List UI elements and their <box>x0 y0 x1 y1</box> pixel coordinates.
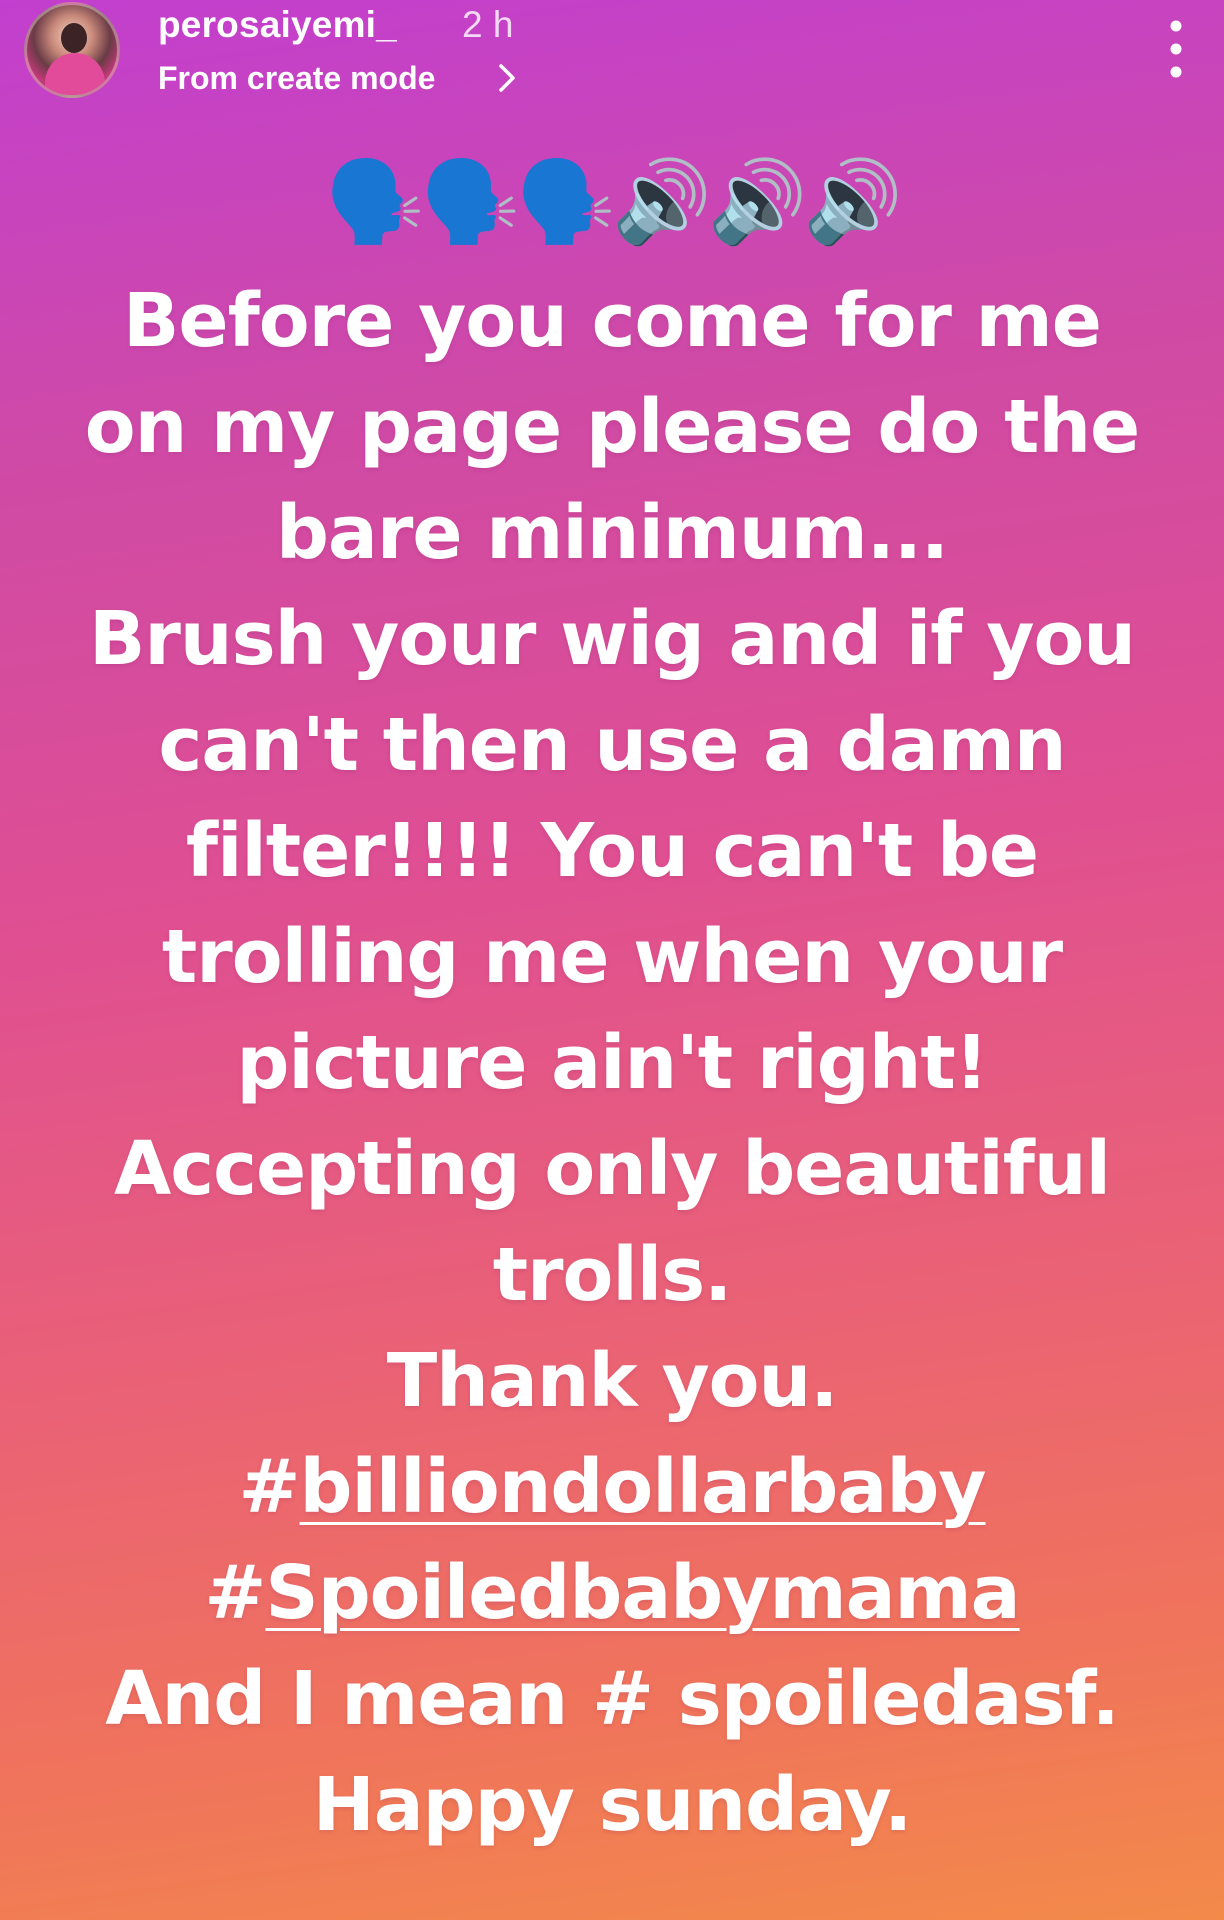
story-text: Before you come for me on my page please… <box>40 268 1184 1858</box>
hashtag-link-spoiledbabymama[interactable]: Spoiledbabymama <box>265 1550 1020 1636</box>
emoji-row: 🗣️🗣️🗣️🔊🔊🔊 <box>325 155 903 248</box>
post-time: 2 h <box>462 4 514 45</box>
text-line: Accepting only beautiful <box>114 1126 1111 1212</box>
hashtag-symbol: # <box>204 1550 266 1636</box>
text-line: on my page please do the <box>84 384 1141 470</box>
text-line: trolling me when your <box>161 914 1063 1000</box>
avatar-head-shape <box>61 23 87 53</box>
username[interactable]: perosaiyemi_ <box>158 4 397 46</box>
hashtag-symbol: # <box>238 1444 300 1530</box>
more-options-icon[interactable] <box>1156 14 1196 84</box>
hashtag-link-billiondollarbaby[interactable]: billiondollarbaby <box>299 1444 986 1530</box>
create-mode-link[interactable]: From create mode <box>158 60 435 97</box>
text-line: Thank you. <box>386 1338 839 1424</box>
text-line: Brush your wig and if you <box>89 596 1136 682</box>
chevron-right-icon[interactable] <box>488 58 528 98</box>
avatar-dress-shape <box>45 53 105 95</box>
hashtag-line: #Spoiledbabymama <box>40 1540 1184 1646</box>
text-line: filter!!!! You can't be <box>185 808 1039 894</box>
text-line: Before you come for me <box>123 278 1102 364</box>
story-header: perosaiyemi_ 2 h From create mode <box>22 0 1202 110</box>
story-background[interactable]: perosaiyemi_ 2 h From create mode 🗣️🗣️🗣️… <box>0 0 1224 1920</box>
text-line: Happy sunday. <box>312 1762 912 1848</box>
hashtag-line: #billiondollarbaby <box>40 1434 1184 1540</box>
text-line: And I mean # spoiledasf. <box>105 1656 1119 1742</box>
text-line: bare minimum... <box>275 490 949 576</box>
text-line: trolls. <box>492 1232 733 1318</box>
text-line: picture ain't right! <box>236 1020 988 1106</box>
avatar[interactable] <box>24 2 120 98</box>
text-line: can't then use a damn <box>158 702 1066 788</box>
